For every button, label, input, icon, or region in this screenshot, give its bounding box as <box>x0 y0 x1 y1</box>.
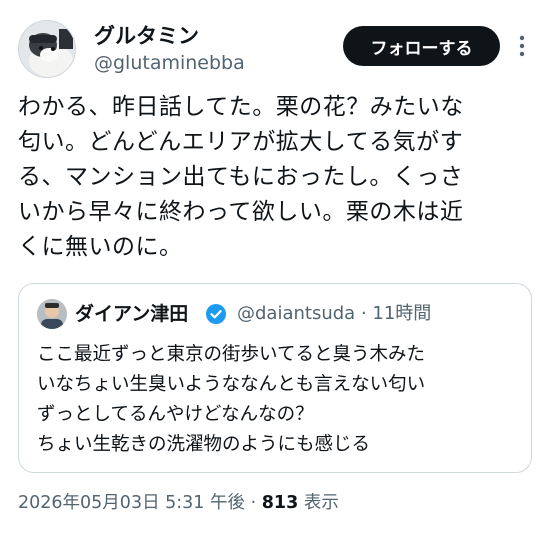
quoted-text-line: いなちょい生臭いようななんとも言えない匂い <box>37 374 426 395</box>
tweet-text-line: 匂い。どんどんエリアが拡大してる気がす <box>18 129 464 155</box>
author-info[interactable]: グルタミン @glutaminebba <box>94 22 245 76</box>
quoted-time: 11時間 <box>372 303 432 324</box>
views-count: 813 <box>261 493 299 513</box>
quoted-meta-separator: · <box>360 303 367 324</box>
quoted-text-line: ちょい生乾きの洗濯物のようにも感じる <box>37 434 371 455</box>
tweet-text-line: いから早々に終わって欲しい。栗の木は近 <box>18 199 464 225</box>
quoted-text-line: ここ最近ずっと東京の街歩いてると臭う木みた <box>37 344 425 365</box>
tweet-text-line: くに無いのに。 <box>18 234 183 260</box>
author-handle[interactable]: @glutaminebba <box>94 50 245 76</box>
tweet-timestamp[interactable]: 2026年05月03日 5:31 午後 <box>18 493 245 513</box>
quoted-author-avatar <box>37 299 67 329</box>
follow-button[interactable]: フォローする <box>343 26 500 66</box>
author-avatar[interactable] <box>18 20 76 78</box>
views-label: 表示 <box>303 493 339 513</box>
quoted-author-handle: @daiantsuda <box>237 303 356 324</box>
tweet-text: わかる、昨日話してた。栗の花？みたいな 匂い。どんどんエリアが拡大してる気がす … <box>18 90 538 265</box>
quoted-tweet-card[interactable]: ダイアン津田 @daiantsuda · 11時間 ここ最近ずっと東京の街歩いて… <box>18 283 532 473</box>
tweet-text-line: る、マンション出てもにおったし。くっさ <box>18 164 464 190</box>
quoted-author-name: ダイアン津田 <box>75 303 189 325</box>
quoted-text-line: ずっとしてるんやけどなんなの？ <box>37 404 314 425</box>
author-display-name[interactable]: グルタミン <box>94 22 245 50</box>
tweet-text-line: わかる、昨日話してた。栗の花？みたいな <box>18 94 464 120</box>
meta-separator: · <box>250 493 257 513</box>
quoted-author-meta: @daiantsuda · 11時間 <box>237 300 431 328</box>
tweet-header: グルタミン @glutaminebba フォローする <box>18 20 532 80</box>
tweet-meta: 2026年05月03日 5:31 午後 · 813 表示 <box>18 489 339 517</box>
more-options-icon[interactable] <box>512 32 532 60</box>
quoted-tweet-text: ここ最近ずっと東京の街歩いてると臭う木みた いなちょい生臭いようななんとも言えな… <box>37 340 527 460</box>
verified-badge-icon <box>205 303 227 325</box>
